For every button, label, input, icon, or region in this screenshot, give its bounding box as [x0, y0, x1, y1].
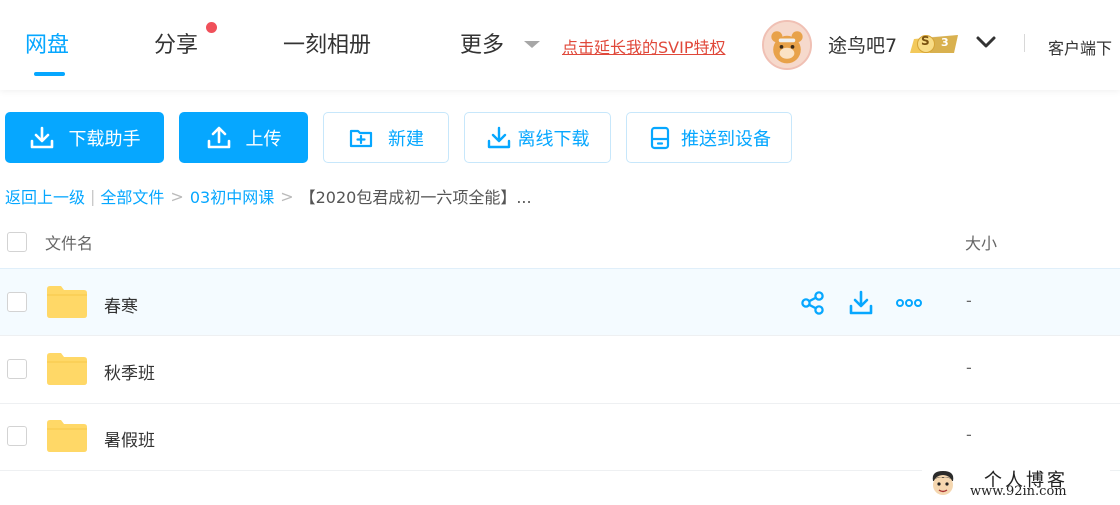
- folder-icon: [47, 420, 87, 452]
- column-header-size[interactable]: 大小: [965, 230, 997, 254]
- nav-divider: [1024, 34, 1025, 52]
- breadcrumb: 返回上一级 | 全部文件 > 03初中网课 > 【2020包君成初一六项全能】.…: [5, 184, 532, 208]
- breadcrumb-all-files[interactable]: 全部文件: [100, 184, 164, 208]
- svip-letter: S: [921, 34, 930, 48]
- offline-download-label: 离线下载: [517, 128, 590, 150]
- watermark-face-icon: [932, 471, 954, 495]
- file-size: -: [966, 425, 972, 444]
- table-row[interactable]: 暑假班 -: [0, 403, 1120, 471]
- file-name[interactable]: 春寒: [104, 292, 138, 317]
- more-caret-icon[interactable]: [524, 41, 540, 48]
- file-size: -: [966, 358, 972, 377]
- username[interactable]: 途鸟吧7: [828, 31, 897, 58]
- push-device-button[interactable]: 推送到设备: [626, 112, 792, 163]
- file-name[interactable]: 秋季班: [104, 359, 155, 384]
- folder-icon: [47, 353, 87, 385]
- column-header-name[interactable]: 文件名: [45, 230, 93, 254]
- upload-button[interactable]: 上传: [179, 112, 308, 163]
- tab-share[interactable]: 分享: [154, 27, 198, 59]
- row-checkbox[interactable]: [7, 426, 27, 446]
- svip-level: 3: [941, 36, 949, 49]
- file-size: -: [966, 291, 972, 310]
- new-folder-button[interactable]: 新建: [323, 112, 449, 163]
- tab-album[interactable]: 一刻相册: [283, 27, 371, 59]
- breadcrumb-divider: |: [90, 186, 96, 206]
- row-checkbox[interactable]: [7, 292, 27, 312]
- folder-icon: [47, 286, 87, 318]
- svip-renew-link[interactable]: 点击延长我的SVIP特权: [562, 34, 725, 58]
- breadcrumb-current: 【2020包君成初一六项全能】...: [299, 188, 532, 207]
- select-all-checkbox[interactable]: [7, 232, 27, 252]
- active-tab-indicator: [34, 72, 65, 76]
- download-icon[interactable]: [848, 290, 874, 316]
- notification-dot: [206, 22, 217, 33]
- row-actions: [800, 290, 922, 316]
- download-helper-label: 下载助手: [68, 128, 141, 150]
- table-row[interactable]: 秋季班 -: [0, 336, 1120, 404]
- watermark: 个人博客 www.92in.com: [922, 466, 1110, 500]
- share-icon[interactable]: [800, 290, 826, 316]
- top-nav: 网盘 分享 一刻相册 更多 点击延长我的SVIP特权 途鸟吧7 S 3 客户端下: [0, 0, 1120, 90]
- tab-more[interactable]: 更多: [460, 27, 504, 59]
- breadcrumb-separator: >: [170, 186, 184, 206]
- file-name[interactable]: 暑假班: [104, 426, 155, 451]
- download-icon: [30, 126, 53, 148]
- new-folder-icon: [349, 129, 373, 147]
- breadcrumb-folder[interactable]: 03初中网课: [190, 184, 274, 208]
- new-folder-label: 新建: [388, 128, 424, 150]
- push-device-icon: [650, 126, 670, 149]
- offline-download-button[interactable]: 离线下载: [464, 112, 611, 163]
- offline-download-icon: [487, 126, 510, 148]
- upload-icon: [207, 126, 230, 148]
- tab-netdisk[interactable]: 网盘: [25, 27, 69, 59]
- avatar-image: [764, 22, 810, 68]
- more-icon[interactable]: [896, 290, 922, 316]
- upload-label: 上传: [245, 128, 282, 150]
- avatar[interactable]: [762, 20, 812, 70]
- download-helper-button[interactable]: 下载助手: [5, 112, 164, 163]
- row-checkbox[interactable]: [7, 359, 27, 379]
- client-download-link[interactable]: 客户端下: [1048, 35, 1112, 59]
- table-row[interactable]: 春寒 -: [0, 268, 1120, 336]
- breadcrumb-separator: >: [280, 186, 294, 206]
- svip-level-badge-icon: [910, 35, 958, 53]
- breadcrumb-back[interactable]: 返回上一级: [5, 184, 85, 208]
- chevron-down-icon[interactable]: [974, 32, 998, 52]
- push-device-label: 推送到设备: [681, 128, 771, 150]
- watermark-url: www.92in.com: [970, 484, 1067, 499]
